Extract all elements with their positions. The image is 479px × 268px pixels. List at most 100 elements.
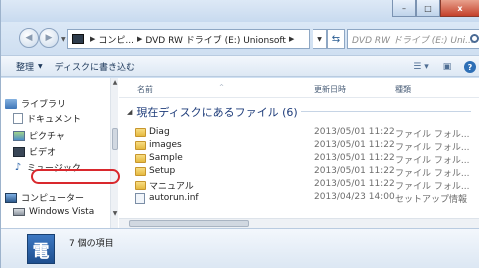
help-icon: ? [467, 62, 473, 72]
group-header[interactable]: ◢ 現在ディスクにあるファイル (6) [127, 104, 298, 120]
refresh-button[interactable]: ⇆ [327, 29, 345, 49]
file-name-cell: autorun.inf [135, 192, 199, 204]
scroll-down-icon[interactable]: ▼ [111, 209, 119, 218]
forward-button[interactable]: ▶ [39, 28, 59, 48]
help-button[interactable]: ? [464, 61, 476, 73]
column-header-date[interactable]: 更新日時 [314, 84, 346, 95]
nav-item-label: Windows Vista [29, 207, 95, 217]
minimize-button[interactable]: – [392, 0, 416, 17]
explorer-window: – □ x ◀ ▶ ▼ ▶ コンピ... ▶ DVD RW ドライブ (E:) … [0, 0, 479, 268]
nav-item-label: コンピューター [21, 194, 85, 204]
nav-scroll-thumb[interactable] [112, 128, 118, 150]
chevron-right-icon[interactable]: ▶ [289, 35, 294, 43]
command-toolbar: 整理 ▼ ディスクに書き込む ☰ ▾ ▣ ? [1, 55, 479, 77]
column-header-name[interactable]: 名前 [137, 84, 153, 95]
horizontal-scrollbar[interactable] [119, 218, 479, 228]
back-button[interactable]: ◀ [19, 28, 39, 48]
file-name-cell: マニュアル [135, 179, 194, 192]
breadcrumb-computer[interactable]: コンピ... [98, 33, 134, 46]
file-date: 2013/05/01 11:22 [314, 166, 395, 176]
collapse-triangle-icon[interactable]: ◢ [127, 108, 132, 116]
file-list-pane: ^ 名前 更新日時 種類 ◢ 現在ディスクにあるファイル (6) Diag 20… [119, 78, 479, 228]
content-area: ライブラリ ドキュメント ピクチャ ビデオ ♪ ミュージック コンピューター W… [1, 78, 479, 228]
arrow-right-icon: ▶ [45, 33, 53, 43]
navigation-pane: ライブラリ ドキュメント ピクチャ ビデオ ♪ ミュージック コンピューター W… [1, 78, 118, 228]
search-placeholder: DVD RW ドライブ (E:) Uni... [352, 35, 474, 46]
folder-icon [135, 166, 146, 176]
search-icon[interactable] [470, 34, 479, 43]
computer-icon [5, 192, 17, 203]
file-date: 2013/05/01 11:22 [314, 127, 395, 137]
file-type: ファイル フォル... [395, 143, 470, 153]
nav-item-windows-vista[interactable]: Windows Vista [13, 207, 94, 217]
maximize-button[interactable]: □ [416, 0, 440, 17]
file-name-cell: images [135, 140, 182, 150]
nav-item-library[interactable]: ライブラリ [5, 97, 66, 110]
title-bar[interactable]: – □ x [1, 0, 479, 22]
folder-icon [135, 181, 146, 190]
file-name-cell: Sample [135, 153, 183, 163]
file-row[interactable]: Sample 2013/05/01 11:22 ファイル フォル... [119, 153, 479, 166]
nav-pane-scrollbar[interactable]: ▲ ▼ [110, 78, 118, 228]
file-row[interactable]: Diag 2013/05/01 11:22 ファイル フォル... [119, 127, 479, 140]
file-date: 2013/05/01 11:22 [314, 153, 395, 163]
group-divider [301, 111, 471, 112]
file-type: ファイル フォル... [395, 182, 470, 192]
file-type: ファイル フォル... [395, 169, 470, 179]
folder-icon [135, 140, 146, 150]
file-row-setup[interactable]: Setup 2013/05/01 11:22 ファイル フォル... [119, 166, 479, 179]
horizontal-scroll-thumb[interactable] [129, 220, 249, 227]
search-input[interactable]: DVD RW ドライブ (E:) Uni... [347, 29, 479, 49]
file-name: autorun.inf [149, 192, 199, 203]
nav-item-label: ドキュメント [27, 115, 82, 125]
arrow-left-icon: ◀ [25, 33, 33, 43]
column-header-type[interactable]: 種類 [395, 84, 411, 95]
preview-pane-icon: ▣ [442, 62, 452, 72]
close-button[interactable]: x [440, 0, 479, 17]
file-row[interactable]: images 2013/05/01 11:22 ファイル フォル... [119, 140, 479, 153]
file-name: images [149, 140, 182, 150]
chevron-right-icon[interactable]: ▶ [90, 35, 95, 43]
address-bar[interactable]: ▶ コンピ... ▶ DVD RW ドライブ (E:) Unionsoft ▶ [67, 29, 310, 49]
address-row: ◀ ▶ ▼ ▶ コンピ... ▶ DVD RW ドライブ (E:) Unions… [1, 22, 479, 54]
file-type: ファイル フォル... [395, 156, 470, 166]
address-dropdown-button[interactable]: ▼ [313, 29, 327, 49]
file-name: Diag [149, 127, 170, 137]
view-options-button[interactable]: ☰ ▾ [412, 60, 430, 74]
group-title: 現在ディスクにあるファイル (6) [136, 106, 298, 119]
chevron-down-icon: ▼ [38, 62, 43, 70]
nav-item-pictures[interactable]: ピクチャ [13, 129, 65, 142]
chevron-right-icon[interactable]: ▶ [137, 35, 142, 43]
organize-button[interactable]: 整理 ▼ [12, 60, 47, 73]
preview-pane-button[interactable]: ▣ [438, 60, 456, 74]
nav-item-documents[interactable]: ドキュメント [13, 112, 81, 125]
file-name: Sample [149, 153, 183, 163]
file-name: Setup [149, 166, 176, 176]
nav-item-label: ピクチャ [29, 132, 65, 142]
scroll-up-icon[interactable]: ▲ [111, 78, 119, 87]
nav-item-music[interactable]: ♪ ミュージック [13, 161, 81, 174]
nav-item-label: ビデオ [29, 148, 57, 158]
caption-buttons: – □ x [392, 0, 479, 17]
item-count: 7 個の項目 [69, 239, 114, 249]
file-type: セットアップ情報 [395, 195, 468, 205]
breadcrumb-drive[interactable]: DVD RW ドライブ (E:) Unionsoft [145, 33, 286, 46]
library-icon [5, 98, 17, 109]
file-row[interactable]: マニュアル 2013/05/01 11:22 ファイル フォル... [119, 179, 479, 192]
file-date: 2013/04/23 14:00 [314, 192, 395, 202]
recent-pages-dropdown[interactable]: ▼ [61, 36, 66, 43]
file-date: 2013/05/01 11:22 [314, 179, 395, 189]
file-name-cell: Diag [135, 127, 170, 137]
file-type: ファイル フォル... [395, 130, 470, 140]
music-icon: ♪ [14, 162, 22, 173]
burn-to-disc-button[interactable]: ディスクに書き込む [51, 60, 139, 73]
details-pane: 電 7 個の項目 [1, 228, 479, 268]
organize-label: 整理 [16, 62, 35, 73]
nav-item-videos[interactable]: ビデオ [13, 145, 56, 158]
disc-label-icon: 電 [27, 234, 55, 264]
file-name-cell: Setup [135, 166, 175, 176]
picture-icon [13, 130, 25, 141]
view-list-icon: ☰ ▾ [413, 62, 429, 72]
nav-item-computer[interactable]: コンピューター [5, 191, 84, 204]
file-row[interactable]: autorun.inf 2013/04/23 14:00 セットアップ情報 [119, 192, 479, 205]
